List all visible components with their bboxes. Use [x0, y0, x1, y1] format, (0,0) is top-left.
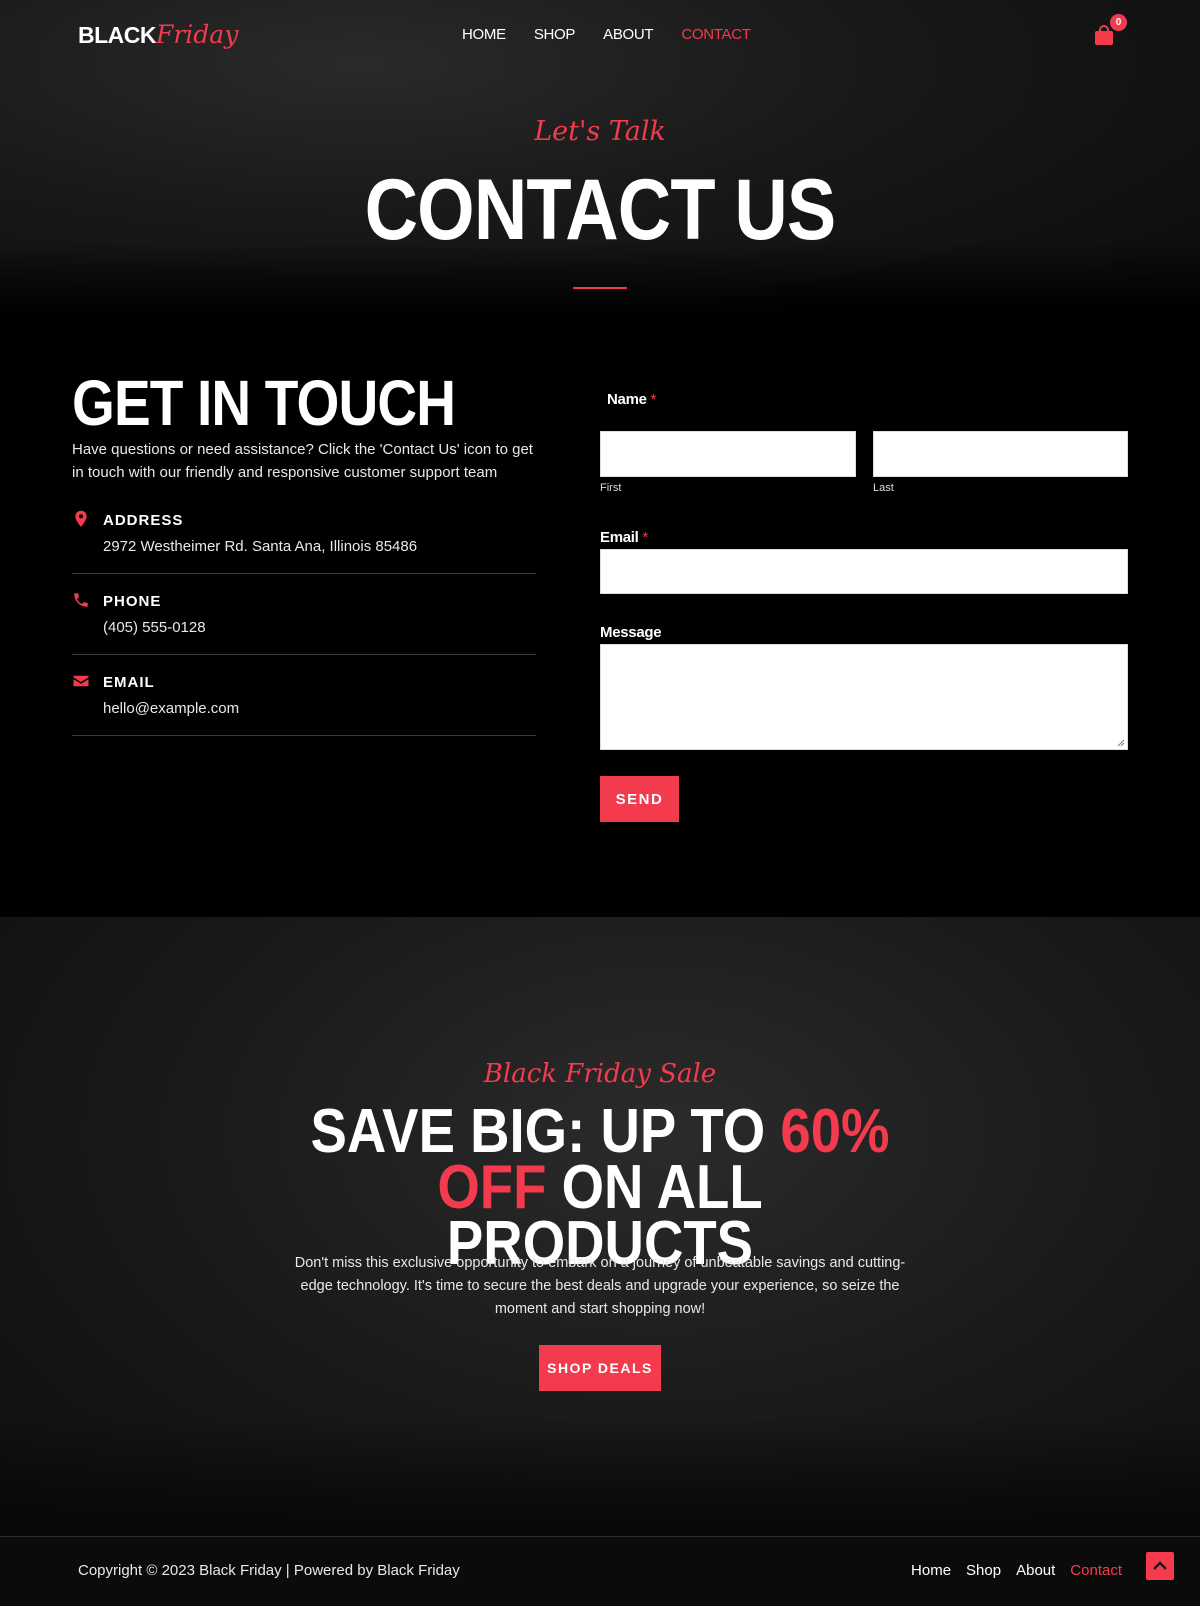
contact-item-label: ADDRESS	[103, 512, 184, 529]
send-button[interactable]: SEND	[600, 776, 679, 822]
get-in-touch-description: Have questions or need assistance? Click…	[72, 441, 533, 481]
copyright-text: Copyright © 2023 Black Friday | Powered …	[78, 1562, 460, 1579]
first-name-sublabel: First	[600, 482, 622, 494]
nav-shop[interactable]: SHOP	[534, 26, 576, 43]
last-name-sublabel: Last	[873, 482, 894, 494]
email-field-label: Email *	[600, 529, 648, 546]
shop-deals-button[interactable]: SHOP DEALS	[539, 1345, 661, 1391]
map-pin-icon	[75, 510, 87, 527]
phone-icon	[74, 593, 88, 607]
first-name-input[interactable]	[600, 431, 856, 477]
site-footer: Copyright © 2023 Black Friday | Powered …	[0, 1536, 1200, 1606]
footer-nav-contact[interactable]: Contact	[1070, 1562, 1122, 1579]
get-in-touch-heading: GET IN TOUCH	[72, 367, 456, 439]
back-to-top-button[interactable]	[1146, 1552, 1174, 1580]
email-input[interactable]	[600, 549, 1128, 594]
footer-nav-shop[interactable]: Shop	[966, 1562, 1001, 1579]
nav-about[interactable]: ABOUT	[603, 26, 653, 43]
cart-count-badge: 0	[1110, 14, 1127, 31]
sale-description: Don't miss this exclusive opportunity to…	[294, 1255, 906, 1317]
site-logo[interactable]: BLACKFriday	[78, 20, 238, 49]
page-title: CONTACT US	[364, 162, 837, 258]
contact-item-label: EMAIL	[103, 674, 155, 691]
name-field-label: Name *	[607, 391, 657, 408]
message-textarea[interactable]	[600, 644, 1128, 750]
last-name-input[interactable]	[873, 431, 1128, 477]
envelope-icon	[73, 675, 89, 687]
contact-item-value: (405) 555-0128	[103, 619, 206, 636]
nav-home[interactable]: HOME	[462, 26, 506, 43]
title-divider	[573, 287, 627, 289]
contact-item-phone: PHONE (405) 555-0128	[72, 583, 536, 655]
message-field-label: Message	[600, 624, 662, 641]
hero-kicker: Let's Talk	[534, 116, 666, 147]
sale-headline: SAVE BIG: UP TO 60% OFF ON ALL PRODUCTS	[310, 1097, 890, 1278]
contact-item-email: EMAIL hello@example.com	[72, 664, 536, 736]
contact-item-value: 2972 Westheimer Rd. Santa Ana, Illinois …	[103, 538, 418, 555]
main-nav: HOME SHOP ABOUT CONTACT	[462, 26, 751, 43]
cart-button[interactable]: 0	[1094, 14, 1127, 46]
footer-nav: Home Shop About Contact	[911, 1562, 1122, 1579]
logo-text-friday: Friday	[156, 20, 239, 49]
nav-contact[interactable]: CONTACT	[681, 26, 751, 43]
sale-kicker: Black Friday Sale	[483, 1059, 717, 1089]
contact-item-address: ADDRESS 2972 Westheimer Rd. Santa Ana, I…	[72, 502, 536, 574]
resize-handle-icon[interactable]	[1117, 739, 1125, 747]
contact-item-label: PHONE	[103, 593, 162, 610]
site-header: BLACKFriday HOME SHOP ABOUT CONTACT 0	[0, 0, 1200, 72]
chevron-up-icon	[1153, 1561, 1167, 1570]
logo-text-black: BLACK	[78, 22, 157, 48]
footer-nav-about[interactable]: About	[1016, 1562, 1055, 1579]
contact-item-value: hello@example.com	[103, 700, 240, 717]
footer-nav-home[interactable]: Home	[911, 1562, 951, 1579]
